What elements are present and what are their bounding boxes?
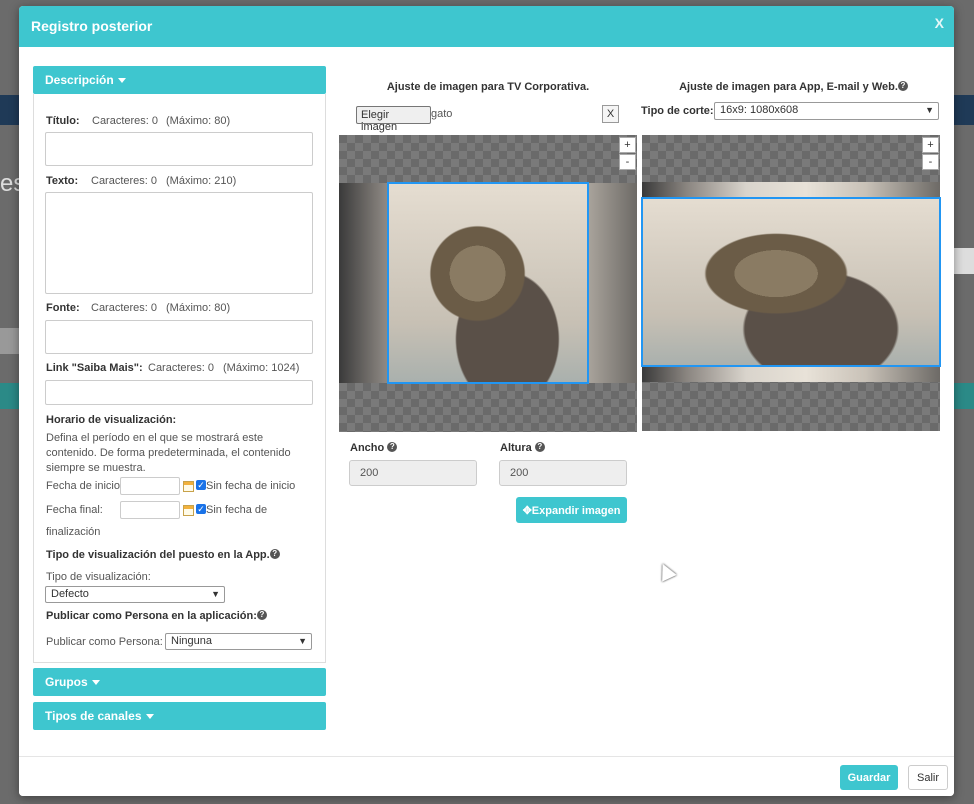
app-title: Ajuste de imagen para App, E-mail y Web.… [641,81,946,93]
chevron-down-icon: ▼ [925,105,934,115]
persona-value: Ninguna [171,635,212,647]
horario-help: Defina el período en el que se mostrará … [46,432,291,474]
tv-crop-box[interactable] [387,182,589,384]
fecha-inicio-label: Fecha de inicio: [46,480,124,492]
chevron-down-icon: ▼ [211,589,220,599]
tv-zoom-out-button[interactable]: - [619,154,636,170]
help-icon[interactable]: ? [269,549,280,559]
ancho-input[interactable]: 200 [349,460,477,486]
sin-fecha-final-checkbox[interactable]: ✓ [196,504,206,514]
sin-fecha-inicio-label: Sin fecha de inicio [206,480,296,492]
elegir-imagen-button[interactable]: Elegir imagen [356,106,431,133]
fonte-max: (Máximo: 80) [166,302,231,314]
descripcion-header[interactable]: Descripción [33,66,326,94]
tipo-visualizacion-select[interactable]: Defecto ▼ [45,586,225,603]
grupos-header-label: Grupos [45,675,88,689]
app-crop-canvas[interactable]: + - [641,135,941,431]
help-icon[interactable]: ? [534,442,545,452]
titulo-count: Caracteres: 0 [92,115,159,127]
texto-count: Caracteres: 0 [91,175,158,187]
canales-header-label: Tipos de canales [45,709,142,723]
registro-modal: Registro posterior X Descripción Título:… [19,6,954,796]
fecha-final-input[interactable] [120,501,180,519]
fecha-final-label: Fecha final: [46,504,103,516]
calendar-icon[interactable] [183,505,194,516]
sin-fecha-final-label-2: finalización [46,526,101,538]
tipo-corte-select[interactable]: 16x9: 1080x608 ▼ [714,102,939,120]
altura-label-text: Altura [500,442,532,454]
chevron-down-icon: ▼ [298,636,307,646]
descripcion-panel: Título: Caracteres: 0 (Máximo: 80) Texto… [33,94,326,663]
fonte-label: Fonte: [46,302,80,314]
tv-crop-canvas[interactable]: + - [339,135,637,432]
sin-fecha-final-label: Sin fecha de [206,504,268,516]
canales-header[interactable]: Tipos de canales [33,702,326,730]
left-column: Descripción Título: Caracteres: 0 (Máxim… [33,66,326,730]
help-icon[interactable]: ? [897,81,908,91]
caret-down-icon [91,680,100,686]
expand-icon: ✥ [522,504,532,517]
texto-textarea[interactable] [45,192,313,294]
app-zoom-out-button[interactable]: - [922,154,939,170]
tipo-visualizacion-value: Defecto [51,588,89,600]
texto-max: (Máximo: 210) [166,175,237,187]
ancho-label-text: Ancho [350,442,385,454]
fonte-count: Caracteres: 0 [91,302,158,314]
ancho-label: Ancho ? [350,442,398,454]
titulo-max: (Máximo: 80) [166,115,231,127]
modal-title: Registro posterior [31,18,153,34]
help-icon[interactable]: ? [256,610,267,620]
app-crop-box[interactable] [641,197,941,367]
tipo-corte-label: Tipo de corte: [641,105,714,117]
clear-image-button[interactable]: X [602,105,619,123]
persona-select[interactable]: Ninguna ▼ [165,633,312,650]
link-count: Caracteres: 0 [148,362,215,374]
persona-title-text: Publicar como Persona en la aplicación: [46,610,257,622]
link-max: (Máximo: 1024) [223,362,300,374]
modal-footer: Guardar Salir [19,756,954,796]
tipo-corte-value: 16x9: 1080x608 [720,104,799,116]
descripcion-header-label: Descripción [45,73,114,87]
persona-label: Publicar como Persona: [46,636,163,648]
close-icon[interactable]: X [935,15,944,31]
modal-header: Registro posterior X [19,6,954,47]
titulo-label: Título: [46,115,80,127]
file-name: gato [431,108,453,120]
help-icon[interactable]: ? [387,442,398,452]
texto-label: Texto: [46,175,79,187]
calendar-icon[interactable] [183,481,194,492]
persona-title: Publicar como Persona en la aplicación:? [46,610,267,622]
tv-zoom-in-button[interactable]: + [619,137,636,153]
titulo-input[interactable] [45,132,313,166]
caret-down-icon [117,78,126,84]
salir-button[interactable]: Salir [908,765,948,790]
expandir-imagen-button[interactable]: ✥Expandir imagen [516,497,627,523]
caret-down-icon [145,714,154,720]
tipo-visualizacion-label: Tipo de visualización: [46,571,151,583]
app-zoom-in-button[interactable]: + [922,137,939,153]
link-label: Link "Saiba Mais": [46,362,143,374]
fonte-input[interactable] [45,320,313,354]
horario-title: Horario de visualización: [46,414,177,426]
sin-fecha-inicio-checkbox[interactable]: ✓ [196,480,206,490]
tv-title: Ajuste de imagen para TV Corporativa. [386,81,590,93]
grupos-header[interactable]: Grupos [33,668,326,696]
fecha-inicio-input[interactable] [120,477,180,495]
expandir-imagen-label: Expandir imagen [531,504,621,517]
link-input[interactable] [45,380,313,405]
tipo-visualizacion-title: Tipo de visualización del puesto en la A… [46,549,280,561]
guardar-button[interactable]: Guardar [840,765,898,790]
altura-label: Altura ? [500,442,545,454]
app-title-text: Ajuste de imagen para App, E-mail y Web. [679,81,898,93]
tipo-visualizacion-title-text: Tipo de visualización del puesto en la A… [46,549,270,561]
altura-input[interactable]: 200 [499,460,627,486]
